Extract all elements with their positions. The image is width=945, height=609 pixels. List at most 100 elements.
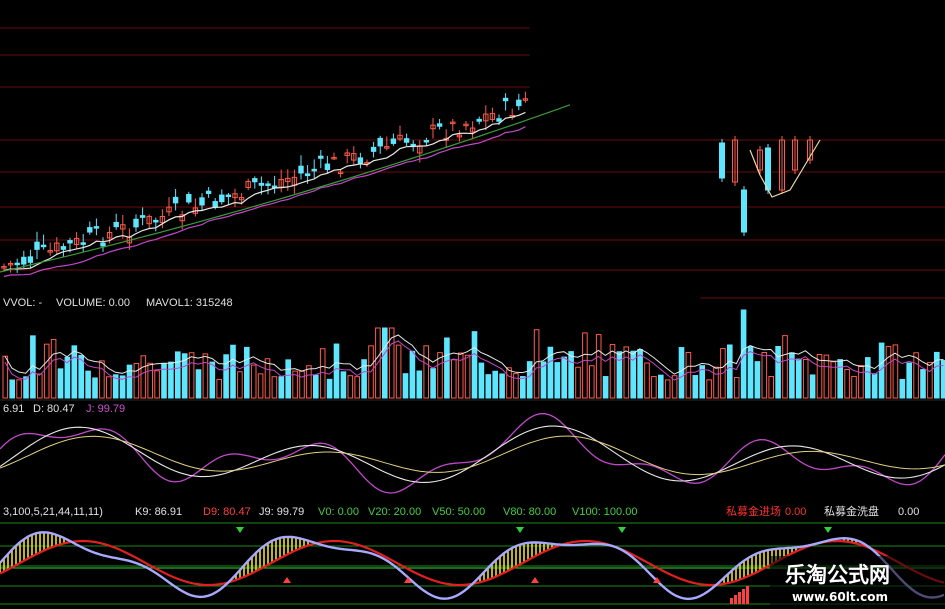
volume-bar bbox=[865, 357, 871, 399]
volume-bar bbox=[920, 369, 926, 399]
mavol-value: MAVOL1: 315248 bbox=[146, 297, 233, 309]
volume-bar bbox=[278, 376, 285, 399]
volume-bar bbox=[9, 379, 15, 399]
candle-body bbox=[476, 118, 482, 122]
volume-bar bbox=[71, 345, 78, 399]
candle-body bbox=[318, 155, 324, 159]
candle-body bbox=[496, 118, 502, 122]
volume-bar bbox=[934, 351, 940, 399]
volume-bar bbox=[285, 359, 291, 399]
candle-body bbox=[265, 183, 271, 186]
candle-body bbox=[765, 147, 771, 191]
volume-bar bbox=[402, 373, 409, 399]
volume-bar bbox=[209, 361, 216, 399]
wash-label: 私募金洗盘 bbox=[824, 504, 879, 518]
volume-bar bbox=[754, 361, 761, 399]
candle-body bbox=[34, 241, 40, 250]
volume-bar bbox=[382, 327, 388, 399]
volume-bar bbox=[871, 373, 878, 399]
signal-bar bbox=[746, 586, 749, 604]
candle-body bbox=[100, 242, 106, 247]
candle-body bbox=[311, 168, 317, 172]
candle-body bbox=[40, 244, 47, 248]
vvol-label: VVOL: - bbox=[3, 297, 42, 309]
volume-bar bbox=[727, 344, 733, 399]
volume-bar bbox=[175, 351, 181, 399]
signal-bar bbox=[730, 598, 733, 604]
candle-body bbox=[199, 197, 205, 206]
candle-body bbox=[153, 219, 159, 223]
candle-body bbox=[186, 194, 192, 203]
candle-body bbox=[516, 99, 522, 107]
volume-bar bbox=[326, 378, 333, 399]
candle-body bbox=[298, 165, 304, 174]
volume-bar bbox=[409, 350, 416, 399]
volume-bar bbox=[478, 362, 485, 399]
candle-body bbox=[423, 140, 430, 143]
volume-bar bbox=[678, 347, 685, 399]
watermark: 乐淘公式网 www.60lt.com bbox=[770, 556, 945, 609]
volume-bar bbox=[568, 351, 574, 399]
candle-body bbox=[436, 123, 443, 127]
signal-bar bbox=[734, 595, 737, 604]
candle-body bbox=[410, 143, 416, 147]
volume-bar bbox=[520, 376, 526, 399]
candle-body bbox=[67, 240, 73, 244]
volume-bar bbox=[85, 370, 91, 399]
candle-body bbox=[741, 189, 747, 233]
volume-bar bbox=[485, 374, 492, 399]
volume-bar bbox=[223, 354, 229, 399]
volume-bar bbox=[526, 361, 533, 399]
wash-value: 0.00 bbox=[898, 506, 919, 518]
candle-body bbox=[219, 194, 225, 203]
volume-bar bbox=[499, 373, 505, 399]
candle-body bbox=[304, 173, 311, 177]
volume-bar bbox=[340, 371, 347, 399]
indicator-params: 3,100,5,21,44,11,11) bbox=[3, 506, 103, 518]
signal-bar bbox=[742, 589, 745, 604]
volume-bar bbox=[333, 343, 340, 399]
candle-body bbox=[139, 215, 146, 218]
volume-bar bbox=[637, 349, 643, 399]
candle-body bbox=[719, 142, 725, 179]
volume-bar bbox=[244, 346, 250, 399]
volume-bar bbox=[92, 377, 98, 399]
candle-body bbox=[225, 194, 232, 198]
candle-body bbox=[21, 256, 27, 265]
volume-bar bbox=[796, 358, 802, 399]
volume-bar bbox=[899, 378, 906, 399]
volume-bar bbox=[471, 331, 478, 399]
v0-value: V0: 0.00 bbox=[318, 506, 359, 518]
volume-bar bbox=[554, 362, 561, 399]
v20-value: V20: 20.00 bbox=[368, 506, 421, 518]
j9-value: J9: 99.79 bbox=[259, 506, 304, 518]
candle-body bbox=[133, 218, 139, 228]
kdj-header: 6.91 D: 80.47 J: 99.79 bbox=[3, 403, 125, 415]
candle-body bbox=[93, 226, 100, 229]
candle-body bbox=[212, 201, 218, 208]
volume-bar bbox=[416, 370, 423, 399]
volume-bar bbox=[492, 370, 498, 399]
volume-bar bbox=[57, 368, 64, 399]
volume-bar bbox=[837, 359, 844, 399]
candle-body bbox=[27, 256, 34, 263]
candle-body bbox=[172, 196, 179, 204]
volume-bar bbox=[126, 364, 133, 399]
volume-bar bbox=[430, 368, 436, 399]
volume-bar bbox=[561, 356, 568, 399]
v80-value: V80: 80.00 bbox=[503, 506, 556, 518]
candle-body bbox=[80, 242, 86, 245]
candle-body bbox=[14, 262, 20, 266]
candle-body bbox=[390, 138, 397, 144]
v100-value: V100: 100.00 bbox=[572, 506, 637, 518]
stock-chart: VVOL: - VOLUME: 0.00 MAVOL1: 315248 6.91… bbox=[0, 0, 945, 609]
volume-bar bbox=[747, 346, 754, 399]
candle-body bbox=[205, 190, 212, 194]
candle-body bbox=[252, 178, 258, 183]
signal-bar bbox=[738, 592, 741, 604]
volume-bar bbox=[64, 356, 71, 399]
volume-bar bbox=[906, 362, 913, 399]
volume-bar bbox=[23, 376, 29, 399]
k9-value: K9: 86.91 bbox=[135, 506, 182, 518]
volume-bar bbox=[616, 351, 623, 399]
